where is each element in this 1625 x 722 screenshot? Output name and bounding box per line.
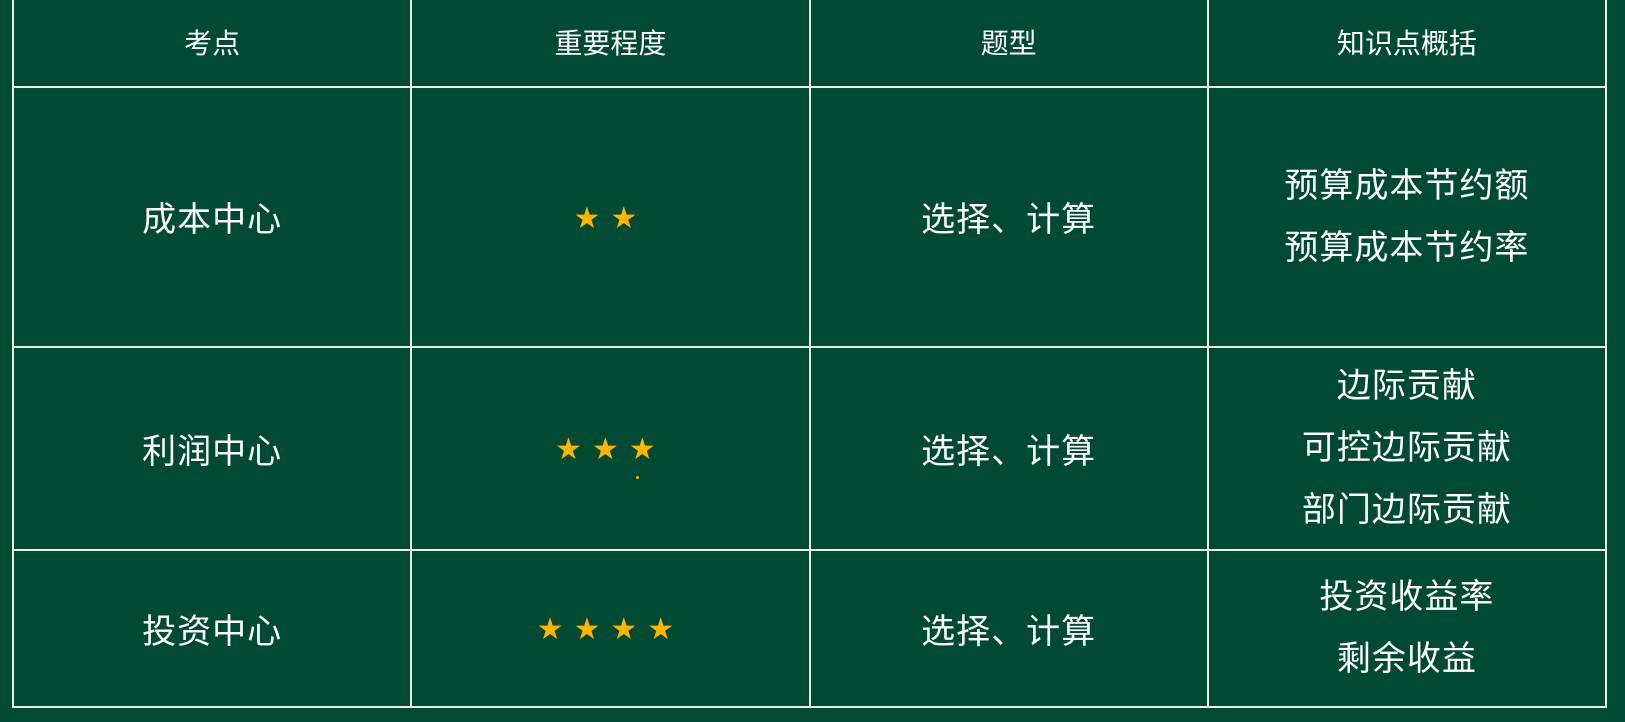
stray-dot xyxy=(636,476,639,479)
knowledge-item: 可控边际贡献 xyxy=(1301,428,1512,469)
summary-table-container: 考点 重要程度 题型 知识点概括 成本中心 ★★ 选择、计算 预算成本节约额 预… xyxy=(11,0,1608,709)
topic-cell: 利润中心 xyxy=(11,345,413,551)
knowledge-item: 预算成本节约额 xyxy=(1284,165,1530,206)
table-row: 投资中心 ★★★★ 选择、计算 投资收益率 剩余收益 xyxy=(11,548,1608,709)
knowledge-item: 投资收益率 xyxy=(1319,577,1495,618)
knowledge-cell: 边际贡献 可控边际贡献 部门边际贡献 xyxy=(1206,345,1608,551)
importance-cell: ★★★ xyxy=(410,345,811,551)
star-rating: ★★★ xyxy=(555,432,666,468)
star-rating: ★★★★ xyxy=(536,612,685,648)
title-overlay-banner xyxy=(230,0,1380,40)
summary-table: 考点 重要程度 题型 知识点概括 成本中心 ★★ 选择、计算 预算成本节约额 预… xyxy=(11,0,1608,709)
table-row: 成本中心 ★★ 选择、计算 预算成本节约额 预算成本节约率 xyxy=(11,86,1608,348)
question-type-cell: 选择、计算 xyxy=(808,345,1209,551)
importance-cell: ★★ xyxy=(410,86,811,348)
importance-cell: ★★★★ xyxy=(410,548,811,709)
knowledge-item: 边际贡献 xyxy=(1336,366,1477,407)
table-row: 利润中心 ★★★ 选择、计算 边际贡献 可控边际贡献 部门边际贡献 xyxy=(11,345,1608,551)
knowledge-item: 部门边际贡献 xyxy=(1301,490,1512,531)
topic-cell: 投资中心 xyxy=(11,548,413,709)
question-type-cell: 选择、计算 xyxy=(808,86,1209,348)
question-type-cell: 选择、计算 xyxy=(808,548,1209,709)
knowledge-cell: 投资收益率 剩余收益 xyxy=(1206,548,1608,709)
knowledge-item: 剩余收益 xyxy=(1336,639,1477,680)
knowledge-item: 预算成本节约率 xyxy=(1284,227,1530,268)
knowledge-cell: 预算成本节约额 预算成本节约率 xyxy=(1206,86,1608,348)
star-rating: ★★ xyxy=(573,200,648,236)
topic-cell: 成本中心 xyxy=(11,86,413,348)
